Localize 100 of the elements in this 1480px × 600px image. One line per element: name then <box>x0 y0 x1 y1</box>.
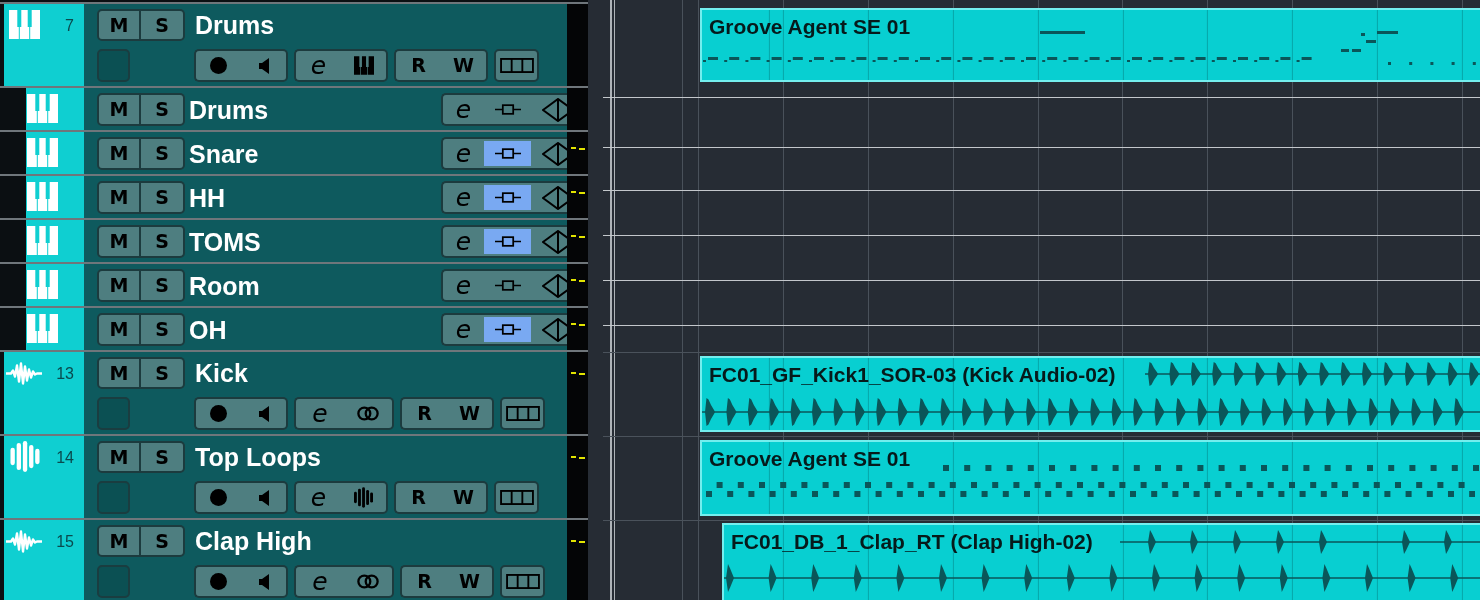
edit-button[interactable]: e <box>441 313 484 346</box>
monitor-button[interactable] <box>241 397 288 430</box>
write-button[interactable]: W <box>441 481 488 514</box>
monitor-button[interactable] <box>241 49 288 82</box>
monitor-button[interactable] <box>241 565 288 598</box>
edit-button[interactable]: e <box>441 137 484 170</box>
instrument-button[interactable] <box>531 313 567 346</box>
rings-button[interactable] <box>344 565 394 598</box>
fader-button[interactable] <box>484 181 531 214</box>
fader-icon <box>494 192 521 203</box>
track-name: Clap High <box>195 526 312 556</box>
record-button[interactable] <box>194 397 241 430</box>
track-number: 14 <box>56 449 74 467</box>
fader-button[interactable] <box>484 137 531 170</box>
instrument-button[interactable] <box>531 181 567 214</box>
piano-keys-icon <box>27 182 58 211</box>
instrument-button[interactable] <box>531 269 567 302</box>
record-button[interactable] <box>194 481 241 514</box>
read-button[interactable]: R <box>400 565 447 598</box>
fader-icon <box>494 324 521 335</box>
edit-button[interactable]: e <box>294 49 341 82</box>
mute-button[interactable]: M <box>97 441 141 473</box>
track-number: 15 <box>56 533 74 551</box>
solo-button[interactable]: S <box>141 313 185 346</box>
record-icon <box>210 573 227 590</box>
audio-event[interactable]: FC01_GF_Kick1_SOR-03 (Kick Audio-02) <box>700 356 1480 432</box>
piano-keys-icon <box>27 138 58 167</box>
solo-button[interactable]: S <box>141 357 185 389</box>
mute-button[interactable]: M <box>97 357 141 389</box>
edit-button[interactable]: e <box>441 225 484 258</box>
solo-button[interactable]: S <box>141 9 185 41</box>
mute-button[interactable]: M <box>97 313 141 346</box>
solo-button[interactable]: S <box>141 441 185 473</box>
cells-button[interactable] <box>494 49 539 82</box>
audio-event[interactable]: FC01_DB_1_Clap_RT (Clap High-02) <box>722 523 1480 600</box>
monitor-button[interactable] <box>241 481 288 514</box>
track-name: OH <box>189 314 227 345</box>
solo-button[interactable]: S <box>141 525 185 557</box>
cells-button[interactable] <box>494 481 539 514</box>
edit-button[interactable]: e <box>294 481 341 514</box>
solo-button[interactable]: S <box>141 225 185 258</box>
write-button[interactable]: W <box>447 397 494 430</box>
bars-icon <box>10 441 40 472</box>
read-button[interactable]: R <box>394 49 441 82</box>
fader-button[interactable] <box>484 313 531 346</box>
speaker-icon <box>258 489 269 506</box>
track-name: Room <box>189 270 260 301</box>
read-button[interactable]: R <box>400 397 447 430</box>
piano-keys-icon <box>27 314 58 343</box>
solo-button[interactable]: S <box>141 93 185 126</box>
mute-button[interactable]: M <box>97 269 141 302</box>
mute-button[interactable]: M <box>97 225 141 258</box>
track-name: TOMS <box>189 226 261 257</box>
cells-icon <box>505 574 540 589</box>
track-name: Snare <box>189 138 259 169</box>
peak-marker-icon <box>570 191 585 194</box>
midi-part[interactable]: Groove Agent SE 01 <box>700 8 1480 82</box>
write-button[interactable]: W <box>441 49 488 82</box>
rings-button[interactable] <box>344 397 394 430</box>
instrument-button[interactable] <box>531 137 567 170</box>
mute-button[interactable]: M <box>97 525 141 557</box>
track-name: Kick <box>195 358 248 388</box>
record-icon <box>210 405 227 422</box>
edit-button[interactable]: e <box>294 397 344 430</box>
record-button[interactable] <box>194 49 241 82</box>
diamond-icon <box>542 97 567 122</box>
record-button[interactable] <box>194 565 241 598</box>
track-number: 7 <box>65 17 74 35</box>
piano-keys-icon <box>27 94 58 123</box>
fader-button[interactable] <box>484 225 531 258</box>
bars-button[interactable] <box>341 481 388 514</box>
solo-button[interactable]: S <box>141 269 185 302</box>
speaker-icon <box>258 405 269 422</box>
edit-button[interactable]: e <box>294 565 344 598</box>
instrument-button[interactable] <box>531 93 567 126</box>
mute-button[interactable]: M <box>97 181 141 214</box>
instrument-button[interactable] <box>531 225 567 258</box>
solo-button[interactable]: S <box>141 181 185 214</box>
cells-icon <box>499 58 534 73</box>
edit-button[interactable]: e <box>441 93 484 126</box>
mute-button[interactable]: M <box>97 137 141 170</box>
piano-keys-icon <box>353 56 374 75</box>
read-button[interactable]: R <box>394 481 441 514</box>
midi-part[interactable]: Groove Agent SE 01 <box>700 440 1480 516</box>
speaker-icon <box>258 573 269 590</box>
cells-button[interactable] <box>500 397 545 430</box>
fader-icon <box>494 280 521 291</box>
edit-button[interactable]: e <box>441 269 484 302</box>
write-button[interactable]: W <box>447 565 494 598</box>
cells-button[interactable] <box>500 565 545 598</box>
mute-button[interactable]: M <box>97 93 141 126</box>
mute-button[interactable]: M <box>97 9 141 41</box>
fader-icon <box>494 104 521 115</box>
piano-keys-icon <box>9 10 40 39</box>
piano-keys-button[interactable] <box>341 49 388 82</box>
piano-keys-icon <box>27 226 58 255</box>
track-name: Drums <box>195 10 275 40</box>
edit-button[interactable]: e <box>441 181 484 214</box>
record-icon <box>210 57 227 74</box>
solo-button[interactable]: S <box>141 137 185 170</box>
